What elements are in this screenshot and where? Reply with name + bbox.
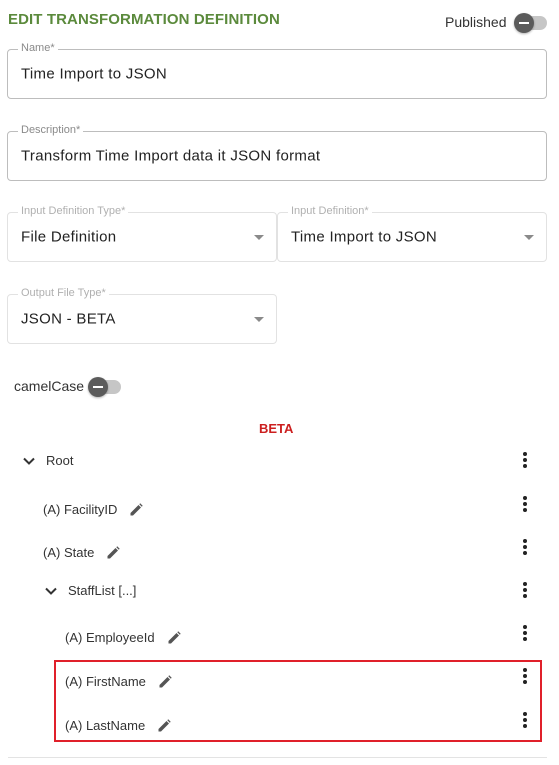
name-field-label: Name* bbox=[18, 42, 58, 54]
page-title: EDIT TRANSFORMATION DEFINITION bbox=[8, 11, 280, 28]
camelcase-label: camelCase bbox=[14, 378, 85, 394]
more-vert-icon[interactable] bbox=[520, 539, 530, 557]
chevron-down-icon[interactable] bbox=[22, 454, 36, 468]
input-definition-type-select[interactable]: Input Definition Type* File Definition bbox=[7, 205, 277, 262]
output-file-type-value: JSON - BETA bbox=[21, 310, 116, 328]
dropdown-arrow-icon bbox=[524, 235, 534, 240]
input-definition-value: Time Import to JSON bbox=[291, 228, 438, 246]
published-toggle[interactable] bbox=[514, 13, 547, 33]
pencil-icon[interactable] bbox=[106, 545, 120, 560]
pencil-icon[interactable] bbox=[129, 502, 144, 517]
highlight-box bbox=[54, 660, 542, 742]
input-definition-label: Input Definition* bbox=[288, 205, 372, 217]
output-file-type-label: Output File Type* bbox=[18, 287, 109, 299]
name-field-value: Time Import to JSON bbox=[21, 65, 168, 83]
description-field[interactable]: Description* Transform Time Import data … bbox=[7, 124, 547, 181]
tree-node-label: (A) FacilityID bbox=[43, 501, 118, 517]
beta-label: BETA bbox=[259, 421, 294, 436]
more-vert-icon[interactable] bbox=[520, 582, 530, 600]
divider bbox=[8, 757, 547, 758]
chevron-down-icon[interactable] bbox=[44, 584, 58, 598]
toggle-knob bbox=[514, 13, 534, 33]
published-label: Published bbox=[445, 14, 507, 30]
tree-node-label: (A) State bbox=[43, 544, 95, 560]
description-field-value: Transform Time Import data it JSON forma… bbox=[21, 147, 321, 165]
tree-node-label: StaffList [...] bbox=[68, 582, 137, 598]
output-file-type-select[interactable]: Output File Type* JSON - BETA bbox=[7, 287, 277, 344]
tree-node-label: Root bbox=[46, 452, 74, 468]
tree-node-label: (A) EmployeeId bbox=[65, 629, 155, 645]
more-vert-icon[interactable] bbox=[520, 625, 530, 643]
description-field-label: Description* bbox=[18, 124, 84, 136]
tree-node-facilityid[interactable]: (A) FacilityID bbox=[43, 499, 144, 519]
tree-node-employeeid[interactable]: (A) EmployeeId bbox=[65, 627, 181, 647]
dropdown-arrow-icon bbox=[254, 235, 264, 240]
dropdown-arrow-icon bbox=[254, 317, 264, 322]
camelcase-toggle[interactable] bbox=[88, 377, 121, 397]
input-definition-type-value: File Definition bbox=[21, 228, 117, 246]
more-vert-icon[interactable] bbox=[520, 452, 530, 470]
pencil-icon[interactable] bbox=[167, 630, 181, 645]
more-vert-icon[interactable] bbox=[520, 496, 530, 514]
input-definition-select[interactable]: Input Definition* Time Import to JSON bbox=[277, 205, 547, 262]
name-field[interactable]: Name* Time Import to JSON bbox=[7, 42, 547, 99]
tree-node-state[interactable]: (A) State bbox=[43, 542, 120, 562]
toggle-knob bbox=[88, 377, 108, 397]
tree-node-stafflist[interactable]: StaffList [...] bbox=[44, 580, 136, 600]
tree-node-root[interactable]: Root bbox=[22, 450, 73, 470]
input-definition-type-label: Input Definition Type* bbox=[18, 205, 129, 217]
